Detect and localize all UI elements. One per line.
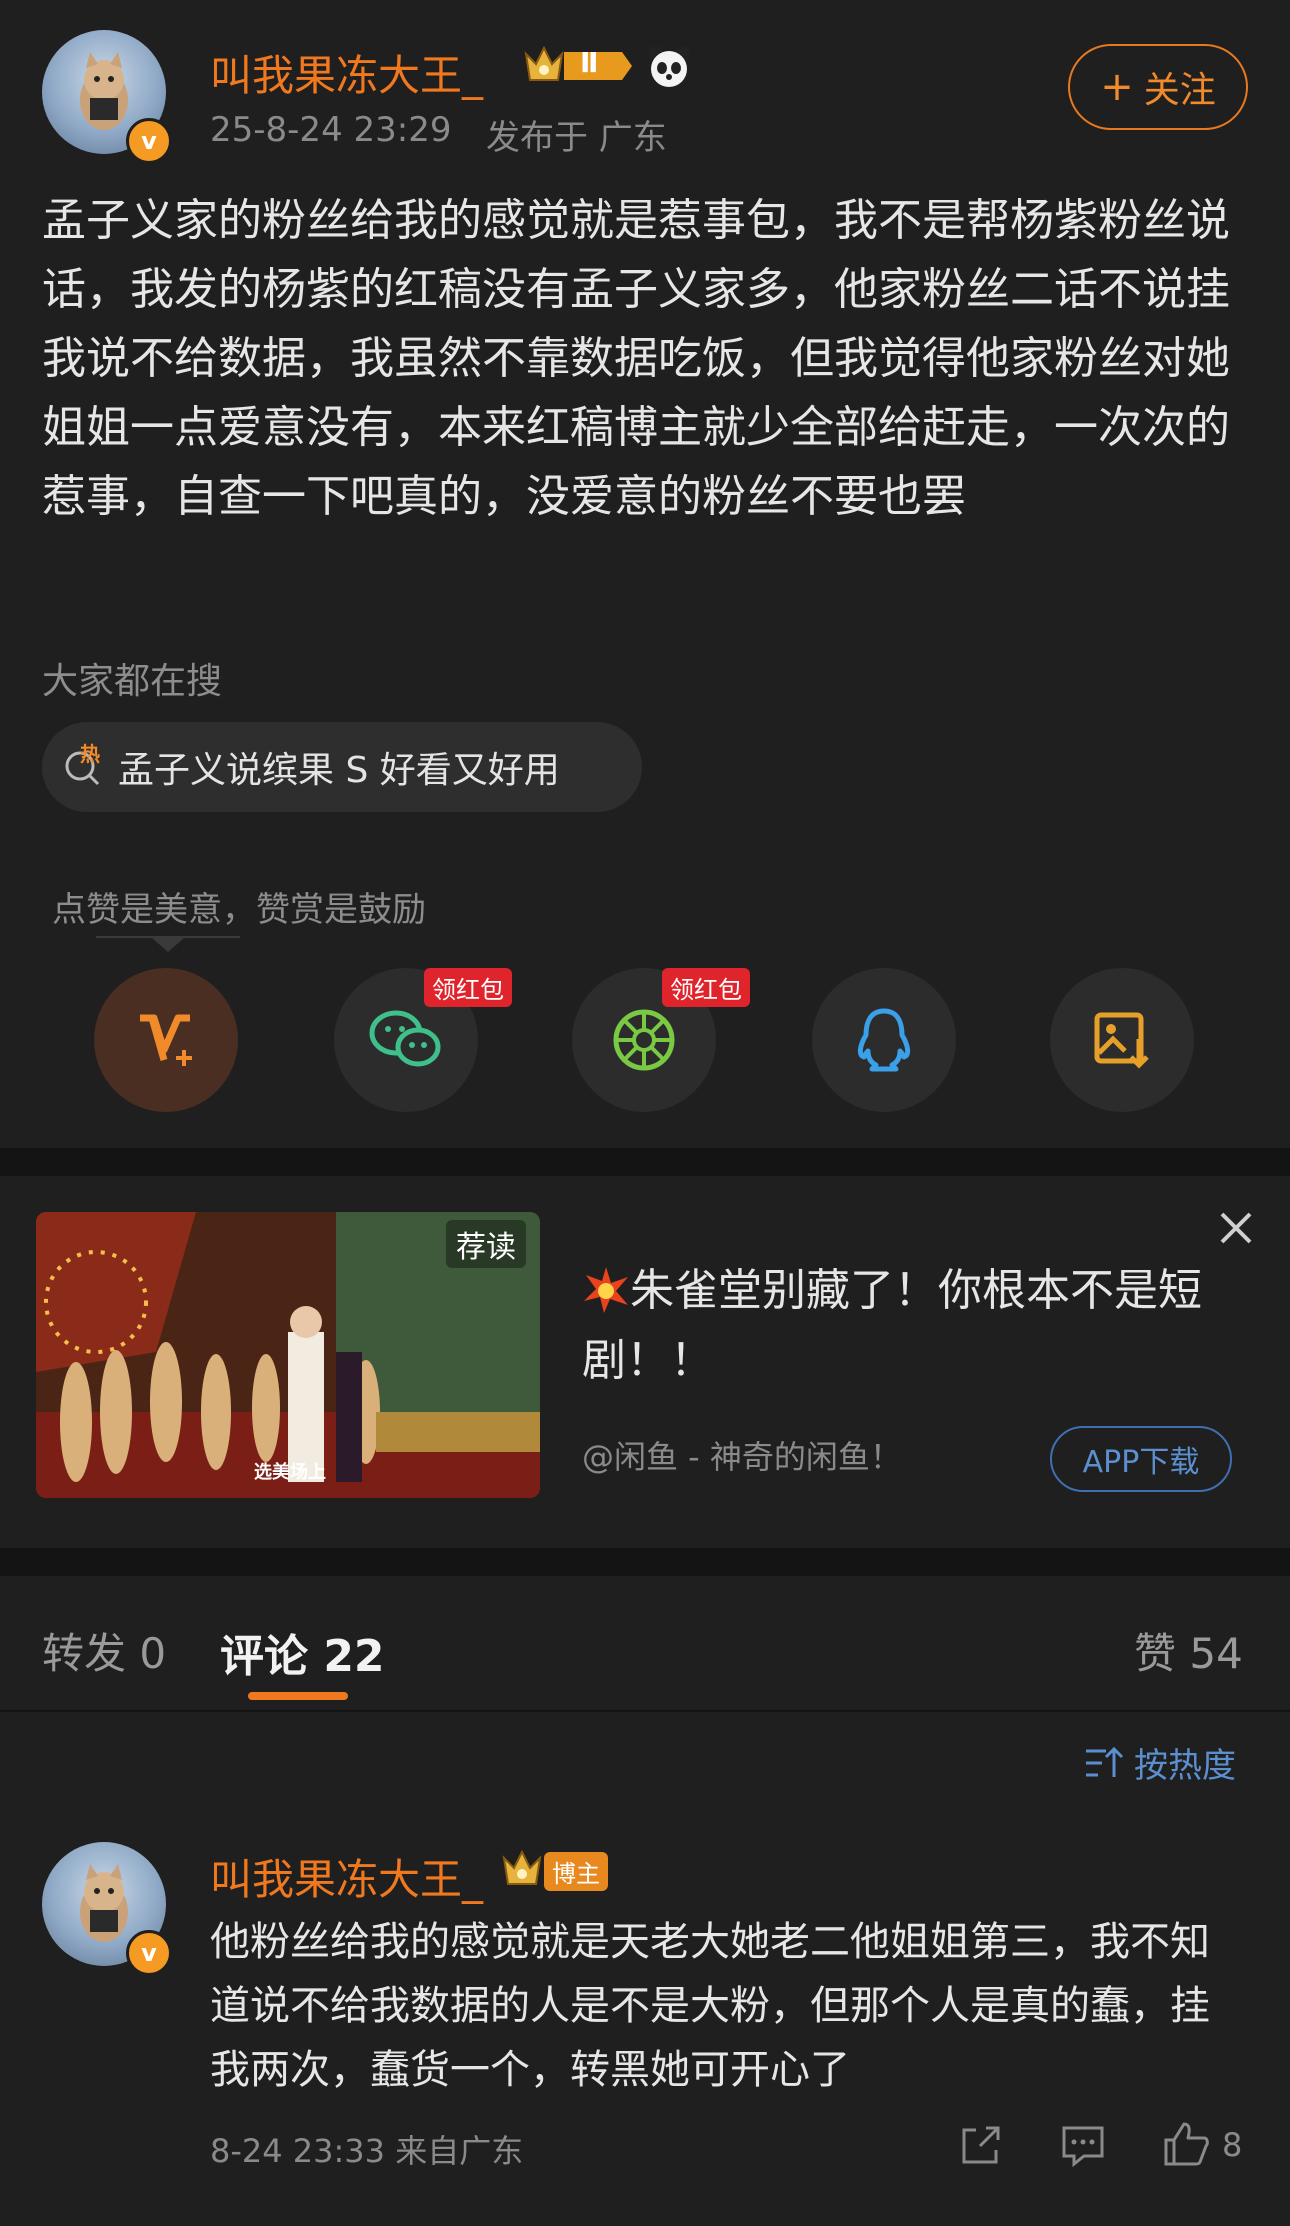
save-picture-icon bbox=[1094, 1012, 1149, 1069]
caption-pointer-arrow bbox=[152, 938, 184, 952]
reward-v-icon bbox=[140, 1014, 192, 1066]
wechat-icon bbox=[369, 1010, 441, 1067]
reply-comment-icon[interactable] bbox=[1060, 2122, 1106, 2168]
commenter-name[interactable]: 叫我果冻大王_ bbox=[210, 1846, 483, 1907]
follow-label: 关注 bbox=[1143, 70, 1216, 111]
moments-aperture-icon bbox=[613, 1009, 675, 1071]
reward-caption: 点赞是美意，赞赏是鼓励 bbox=[52, 890, 426, 930]
sort-icon bbox=[1086, 1746, 1124, 1777]
tabs-bottom-rule bbox=[0, 1710, 1290, 1712]
ad-headline-text: 朱雀堂别藏了！你根本不是短剧！！ bbox=[582, 1265, 1202, 1386]
hot-tag: 热 bbox=[80, 742, 100, 766]
level-badge-icon: Ⅱ bbox=[522, 42, 634, 88]
level-badge-text: Ⅱ bbox=[580, 46, 599, 79]
post-time: 25-8-24 23:29 bbox=[210, 110, 452, 150]
author-name[interactable]: 叫我果冻大王_ bbox=[210, 42, 483, 103]
qq-penguin-icon bbox=[857, 1008, 911, 1072]
app-download-button[interactable]: APP下载 bbox=[1050, 1426, 1232, 1492]
author-role-badge: 博主 bbox=[544, 1852, 608, 1891]
hot-search-icon: 热 bbox=[62, 742, 104, 788]
comment-text: 他粉丝给我的感觉就是天老大她老二他姐姐第三，我不知道说不给我数据的人是不是大粉，… bbox=[210, 1919, 1210, 2093]
tab-repost[interactable]: 转发 0 bbox=[42, 1620, 166, 1681]
panda-icon bbox=[646, 44, 692, 90]
tab-active-indicator bbox=[248, 1692, 348, 1700]
comment-like-count: 8 bbox=[1222, 2126, 1243, 2164]
ad-source: @闲鱼 - 神奇的闲鱼！ bbox=[582, 1438, 902, 1476]
comment-time: 8-24 23:33 来自广东 bbox=[210, 2132, 524, 2170]
ad-recommend-tag: 荐读 bbox=[446, 1220, 526, 1268]
trending-label: 大家都在搜 bbox=[42, 661, 223, 702]
plus-icon: + bbox=[1100, 64, 1134, 110]
ad-video-thumbnail[interactable]: 荐读 选美场上 bbox=[36, 1212, 540, 1498]
share-qq-button[interactable] bbox=[812, 968, 956, 1112]
red-packet-badge: 领红包 bbox=[424, 968, 512, 1007]
section-divider bbox=[0, 1148, 1290, 1176]
like-comment-icon[interactable] bbox=[1162, 2120, 1210, 2168]
trending-query: 孟子义说缤果 S 好看又好用 bbox=[118, 750, 560, 791]
trending-search-pill[interactable]: 热 孟子义说缤果 S 好看又好用 bbox=[42, 722, 642, 812]
save-image-button[interactable] bbox=[1050, 968, 1194, 1112]
ad-headline[interactable]: 朱雀堂别藏了！你根本不是短剧！！ bbox=[582, 1256, 1222, 1396]
verified-badge-icon: v bbox=[126, 118, 172, 164]
post-body: 孟子义家的粉丝给我的感觉就是惹事包，我不是帮杨紫粉丝说话，我发的杨紫的红稿没有孟… bbox=[42, 195, 1230, 522]
ad-video-caption: 选美场上 bbox=[254, 1462, 326, 1483]
follow-button[interactable]: + 关注 bbox=[1068, 44, 1248, 130]
sort-by-hot-button[interactable]: 按热度 bbox=[1084, 1738, 1236, 1787]
verified-badge-icon: v bbox=[126, 1930, 172, 1976]
red-packet-badge: 领红包 bbox=[662, 968, 750, 1007]
reward-button[interactable] bbox=[94, 968, 238, 1112]
post-location: 发布于 广东 bbox=[486, 118, 667, 158]
forward-comment-icon[interactable] bbox=[958, 2122, 1004, 2168]
close-ad-icon[interactable] bbox=[1216, 1208, 1256, 1248]
tab-likes[interactable]: 赞 54 bbox=[1134, 1620, 1243, 1681]
tab-comments[interactable]: 评论 22 bbox=[220, 1620, 385, 1684]
burst-icon bbox=[582, 1264, 630, 1313]
sort-label: 按热度 bbox=[1134, 1746, 1236, 1786]
crown-badge-icon bbox=[500, 1846, 550, 1892]
section-divider bbox=[0, 1548, 1290, 1576]
